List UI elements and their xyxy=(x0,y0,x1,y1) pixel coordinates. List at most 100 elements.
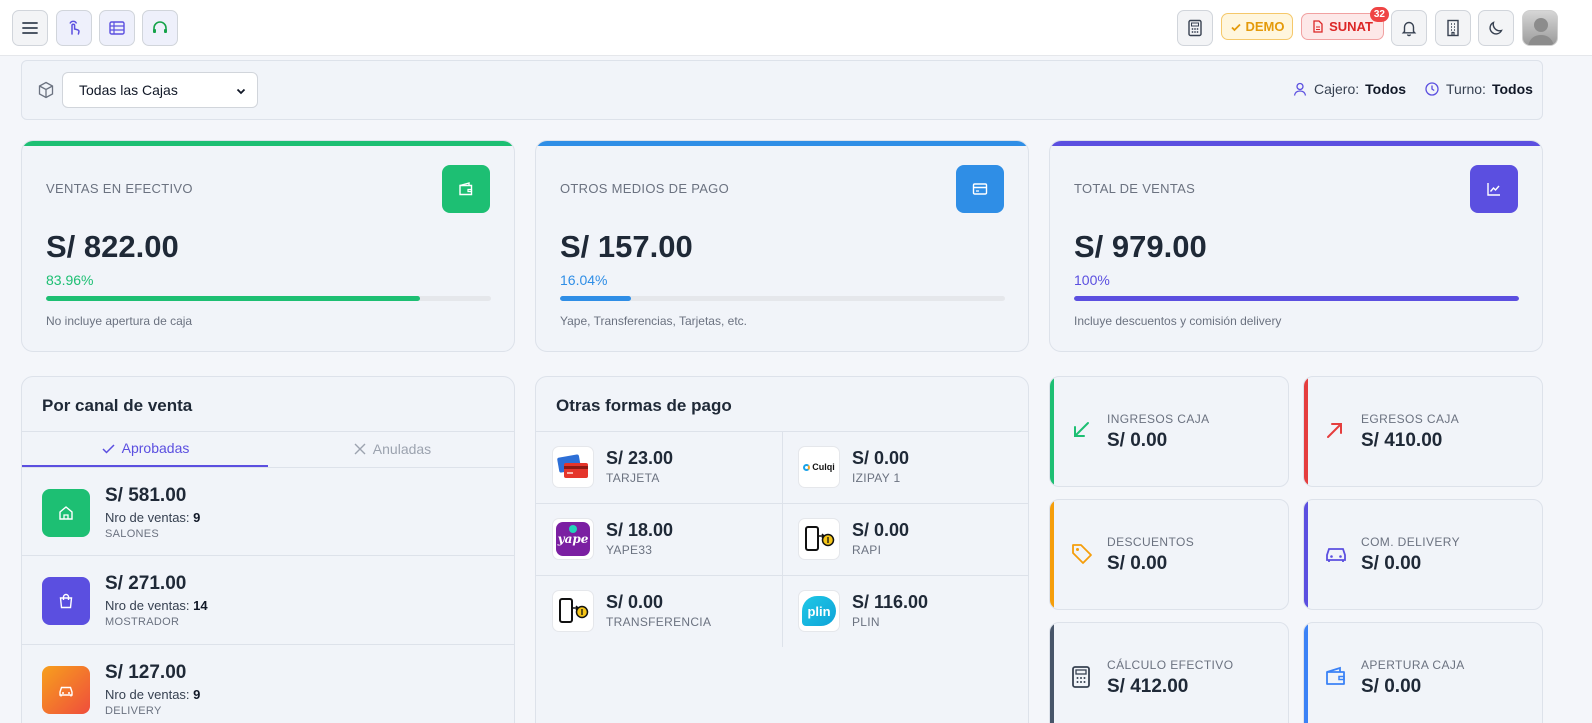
hand-pointer-icon xyxy=(69,20,80,35)
mini-card-egresos: EGRESOS CAJA S/ 410.00 xyxy=(1303,376,1543,487)
mini-card-calculo-efectivo: CÁLCULO EFECTIVO S/ 412.00 xyxy=(1049,622,1289,723)
calculator-button[interactable] xyxy=(1177,10,1213,46)
payment-item[interactable]: S/ 0.00 TRANSFERENCIA xyxy=(536,575,782,647)
tag-icon xyxy=(1072,544,1092,564)
demo-label: DEMO xyxy=(1245,19,1285,34)
mini-value: S/ 0.00 xyxy=(1107,430,1168,451)
sunat-button[interactable]: SUNAT 32 xyxy=(1301,7,1389,40)
count-label: Nro de ventas: xyxy=(105,598,190,613)
calculator-icon xyxy=(1188,19,1202,37)
stat-amount: S/ 822.00 xyxy=(46,229,179,264)
count-value: 9 xyxy=(193,510,201,525)
stat-percent: 16.04% xyxy=(560,272,608,288)
payment-item[interactable]: yape S/ 18.00 YAPE33 xyxy=(536,503,782,575)
payment-item[interactable]: plin S/ 116.00 PLIN xyxy=(782,575,1028,647)
stat-note: Incluye descuentos y comisión delivery xyxy=(1074,314,1282,328)
company-button[interactable] xyxy=(1435,10,1471,46)
list-item[interactable]: S/ 581.00 Nro de ventas: 9 SALONES xyxy=(22,467,514,555)
card-accent xyxy=(1304,377,1308,486)
support-button[interactable] xyxy=(142,10,178,46)
mini-label: DESCUENTOS xyxy=(1107,535,1195,549)
cajero-label: Cajero: xyxy=(1314,81,1360,97)
plin-bubble-icon: plin xyxy=(802,596,836,626)
clock-icon xyxy=(1425,82,1439,96)
notifications-button[interactable] xyxy=(1391,10,1427,46)
culqi-mark-icon xyxy=(803,463,811,471)
progress-fill xyxy=(1074,296,1519,301)
panel-title: Por canal de venta xyxy=(42,396,193,415)
payment-name: RAPI xyxy=(852,543,882,557)
caja-select[interactable]: Todas las Cajas xyxy=(62,72,258,108)
tab-anuladas[interactable]: Anuladas xyxy=(268,431,514,467)
cajero-value: Todos xyxy=(1365,81,1407,97)
yape-logo: yape xyxy=(552,518,594,560)
calculator-icon xyxy=(1072,666,1090,688)
tables-button[interactable] xyxy=(99,10,135,46)
phone-transfer-icon xyxy=(805,526,835,551)
list-item[interactable]: S/ 127.00 Nro de ventas: 9 DELIVERY xyxy=(22,644,514,723)
mini-value: S/ 0.00 xyxy=(1361,553,1422,574)
mini-value: S/ 410.00 xyxy=(1361,430,1443,451)
hamburger-icon xyxy=(22,22,38,34)
chevron-down-icon xyxy=(236,88,246,95)
plin-logo: plin xyxy=(798,590,840,632)
payment-item[interactable]: S/ 0.00 RAPI xyxy=(782,503,1028,575)
stat-label: TOTAL DE VENTAS xyxy=(1074,181,1196,196)
payment-amount: S/ 23.00 xyxy=(606,448,674,468)
mini-value: S/ 0.00 xyxy=(1361,676,1422,697)
payment-amount: S/ 0.00 xyxy=(606,592,664,612)
theme-toggle-button[interactable] xyxy=(1478,10,1514,46)
canal-count: Nro de ventas: 9 xyxy=(105,510,200,525)
headset-icon xyxy=(153,21,167,33)
culqi-logo: Culqi xyxy=(798,446,840,488)
tab-aprobadas[interactable]: Aprobadas xyxy=(22,431,268,467)
menu-button[interactable] xyxy=(12,10,48,46)
turno-filter[interactable]: Turno: Todos xyxy=(1424,81,1533,97)
user-icon xyxy=(1293,82,1307,96)
payment-name: IZIPAY 1 xyxy=(852,471,901,485)
turno-value: Todos xyxy=(1491,81,1533,97)
tarjeta-logo xyxy=(552,446,594,488)
payment-name: TARJETA xyxy=(606,471,660,485)
mini-card-com-delivery: COM. DELIVERY S/ 0.00 xyxy=(1303,499,1543,610)
canal-count: Nro de ventas: 14 xyxy=(105,598,208,613)
card-accent xyxy=(22,141,514,146)
canal-panel: Por canal de venta Aprobadas Anuladas S/… xyxy=(21,376,515,723)
progress-fill xyxy=(560,296,632,301)
canal-name: MOSTRADOR xyxy=(105,616,180,628)
canal-tabs: Aprobadas Anuladas xyxy=(22,431,514,467)
payment-item[interactable]: Culqi S/ 0.00 IZIPAY 1 xyxy=(782,431,1028,503)
touch-mode-button[interactable] xyxy=(56,10,92,46)
car-icon xyxy=(1326,548,1346,562)
mini-label: CÁLCULO EFECTIVO xyxy=(1107,658,1234,672)
avatar-silhouette-icon xyxy=(1528,18,1554,45)
stat-icon-box xyxy=(442,165,490,213)
stat-note: No incluye apertura de caja xyxy=(46,314,193,328)
cajero-filter[interactable]: Cajero: Todos xyxy=(1292,81,1406,97)
transferencia-logo xyxy=(552,590,594,632)
canal-amount: S/ 271.00 xyxy=(105,573,187,594)
canal-icon-box xyxy=(42,666,90,714)
yape-dot-icon xyxy=(569,525,577,533)
top-bar: DEMO SUNAT 32 xyxy=(0,0,1592,56)
bell-icon xyxy=(1401,21,1417,37)
box-icon xyxy=(38,81,54,99)
card-accent xyxy=(1304,623,1308,723)
progress-bar xyxy=(1074,296,1519,301)
count-label: Nro de ventas: xyxy=(105,510,190,525)
stat-icon-box xyxy=(956,165,1004,213)
card-accent xyxy=(536,141,1028,146)
payment-item[interactable]: S/ 23.00 TARJETA xyxy=(536,431,782,503)
list-layout-icon xyxy=(109,21,125,35)
arrow-up-right-icon xyxy=(1327,423,1342,438)
list-item[interactable]: S/ 271.00 Nro de ventas: 14 MOSTRADOR xyxy=(22,555,514,643)
tab-label: Aprobadas xyxy=(121,440,190,456)
canal-amount: S/ 127.00 xyxy=(105,662,187,683)
user-avatar[interactable] xyxy=(1522,10,1558,46)
check-icon xyxy=(1230,23,1241,31)
car-icon xyxy=(59,686,73,697)
payment-amount: S/ 0.00 xyxy=(852,448,910,468)
caja-select-value: Todas las Cajas xyxy=(79,82,178,98)
sunat-label: SUNAT xyxy=(1329,19,1373,34)
demo-badge[interactable]: DEMO xyxy=(1221,13,1293,40)
